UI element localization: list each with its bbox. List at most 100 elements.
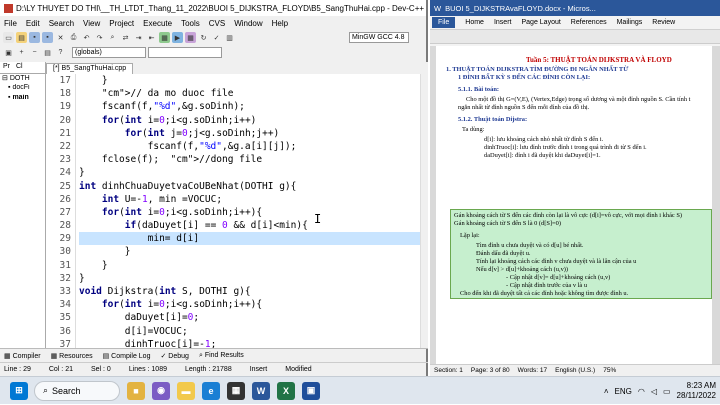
meet-app-icon[interactable]: ◉ xyxy=(152,381,170,400)
open-folder-icon[interactable]: ▤ xyxy=(16,32,27,43)
ribbon-tab-insert[interactable]: Insert xyxy=(494,19,512,26)
print-icon[interactable]: ⎙ xyxy=(68,32,79,43)
edge-browser-icon[interactable]: e xyxy=(202,381,220,400)
profile-icon[interactable]: ▥ xyxy=(224,32,235,43)
ribbon-tab-home[interactable]: Home xyxy=(465,19,484,26)
run-icon[interactable]: ▶ xyxy=(172,32,183,43)
battery-icon[interactable]: ▭ xyxy=(663,387,671,396)
code-line[interactable]: for(int i=0;i<g.soDinh;i++) xyxy=(79,114,420,127)
save-all-icon[interactable]: ▪ xyxy=(42,32,53,43)
menu-tools[interactable]: Tools xyxy=(181,19,200,28)
code-line[interactable]: } xyxy=(79,74,420,87)
help-icon[interactable]: ? xyxy=(55,47,66,58)
tray-chevron-icon[interactable]: ˄ xyxy=(604,387,609,396)
code-line[interactable]: fscanf(f,"%d",&g.soDinh); xyxy=(79,100,420,113)
code-line[interactable]: for(int j=0;j<g.soDinh;j++) xyxy=(79,127,420,140)
code-line[interactable]: daDuyet[i]=0; xyxy=(79,311,420,324)
file-tab[interactable]: [*] B5_SangThuHai.cpp xyxy=(46,63,134,74)
tab-compile-log[interactable]: ▤ Compile Log xyxy=(103,352,151,360)
tree-item-file[interactable]: ▪ docFi xyxy=(0,84,45,94)
undo-icon[interactable]: ↶ xyxy=(81,32,92,43)
menu-search[interactable]: Search xyxy=(49,19,74,28)
tab-classes[interactable]: Cl xyxy=(13,62,26,73)
menu-window[interactable]: Window xyxy=(234,19,262,28)
taskbar-search[interactable]: ⌕ Search xyxy=(34,380,120,401)
rebuild-icon[interactable]: ↻ xyxy=(198,32,209,43)
debug-icon[interactable]: ✓ xyxy=(211,32,222,43)
ribbon-tab-page-layout[interactable]: Page Layout xyxy=(521,19,560,26)
unindent-icon[interactable]: ⇤ xyxy=(146,32,157,43)
project-options-icon[interactable]: ▤ xyxy=(42,47,53,58)
members-select[interactable] xyxy=(148,47,222,58)
code-line[interactable]: } xyxy=(79,272,420,285)
code-line[interactable]: void Dijkstra(int S, DOTHI g){ xyxy=(79,285,420,298)
tree-item-project[interactable]: ⊟ DOTH xyxy=(0,74,45,84)
project-remove-icon[interactable]: − xyxy=(29,47,40,58)
tab-debug[interactable]: ✓ Debug xyxy=(160,352,188,360)
doc-ta-dung: Ta dùng: xyxy=(462,126,485,133)
close-file-icon[interactable]: ✕ xyxy=(55,32,66,43)
language-indicator[interactable]: ENG xyxy=(615,387,632,396)
new-file-icon[interactable]: ▭ xyxy=(3,32,14,43)
compiler-select[interactable]: MinGW GCC 4.8 xyxy=(349,32,409,43)
line-number: 37 xyxy=(59,338,71,348)
volume-icon[interactable]: ◁ xyxy=(651,387,657,396)
code-line[interactable]: } xyxy=(79,166,420,179)
ribbon-tab-mailings[interactable]: Mailings xyxy=(617,19,643,26)
code-line[interactable]: for(int i=0;i<g.soDinh;i++){ xyxy=(79,206,420,219)
code-line[interactable]: min= d[i] xyxy=(79,232,420,246)
menu-execute[interactable]: Execute xyxy=(143,19,172,28)
start-windows-icon[interactable]: ⊞ xyxy=(10,381,28,400)
code-text[interactable]: } "cm">// da mo duoc file fscanf(f,"%d",… xyxy=(76,74,420,348)
project-new-icon[interactable]: ▣ xyxy=(3,47,14,58)
code-line[interactable]: d[i]=VOCUC; xyxy=(79,325,420,338)
code-line[interactable]: } xyxy=(79,245,420,258)
code-editor[interactable]: 17 18 19 20 21 22 23 24 25 26 27 28 29 3… xyxy=(46,74,428,348)
clock[interactable]: 8:23 AM 28/11/2022 xyxy=(677,381,716,401)
code-line[interactable]: fclose(f); "cm">//dong file xyxy=(79,153,420,166)
editor-scrollbar[interactable] xyxy=(420,74,428,348)
word-taskbar-icon[interactable]: W xyxy=(252,381,270,400)
menu-edit[interactable]: Edit xyxy=(26,19,40,28)
excel-taskbar-icon[interactable]: X xyxy=(277,381,295,400)
file-explorer-icon[interactable]: ▬ xyxy=(177,381,195,400)
menu-help[interactable]: Help xyxy=(272,19,288,28)
wifi-icon[interactable]: ◠ xyxy=(638,387,645,396)
project-add-icon[interactable]: + xyxy=(16,47,27,58)
tab-compiler[interactable]: ▦ Compiler xyxy=(4,352,41,360)
menu-view[interactable]: View xyxy=(83,19,100,28)
code-line[interactable]: "cm">// da mo duoc file xyxy=(79,87,420,100)
word-document-area[interactable]: Tuần 5: THUẬT TOÁN DIJKSTRA VÀ FLOYD 1. … xyxy=(430,46,720,364)
code-line[interactable]: if(daDuyet[i] == 0 && d[i]<min){ xyxy=(79,219,420,232)
menu-project[interactable]: Project xyxy=(109,19,134,28)
ribbon-tab-review[interactable]: Review xyxy=(652,19,675,26)
tab-find-results[interactable]: ⌕ Find Results xyxy=(199,352,244,360)
compile-icon[interactable]: ▦ xyxy=(159,32,170,43)
code-line[interactable]: dinhTruoc[i]=-1; xyxy=(79,338,420,348)
code-line[interactable]: } xyxy=(79,259,420,272)
redo-icon[interactable]: ↷ xyxy=(94,32,105,43)
ribbon-tab-file[interactable]: File xyxy=(432,17,456,28)
camera-app-icon[interactable]: ■ xyxy=(127,381,145,400)
find-icon[interactable]: ⌕ xyxy=(107,32,118,43)
code-line[interactable]: for(int i=0;i<g.soDinh;i++){ xyxy=(79,298,420,311)
code-line[interactable]: fscanf(f,"%d",&g.a[i][j]); xyxy=(79,140,420,153)
tab-project[interactable]: Pr xyxy=(0,62,13,73)
word-page[interactable]: Tuần 5: THUẬT TOÁN DIJKSTRA VÀ FLOYD 1. … xyxy=(436,46,712,364)
menu-cvs[interactable]: CVS xyxy=(209,19,225,28)
compile-run-icon[interactable]: ▦ xyxy=(185,32,196,43)
word-zoom[interactable]: 75% xyxy=(603,367,616,374)
save-icon[interactable]: ▪ xyxy=(29,32,40,43)
replace-icon[interactable]: ⇄ xyxy=(120,32,131,43)
tab-resources[interactable]: ▦ Resources xyxy=(51,352,93,360)
devcpp-taskbar-icon[interactable]: ▣ xyxy=(302,381,320,400)
menu-file[interactable]: File xyxy=(4,19,17,28)
globals-select[interactable]: (globals) xyxy=(72,47,146,58)
code-line[interactable]: int dinhChuaDuyetvaCoUBeNhat(DOTHI g){ xyxy=(79,180,420,193)
ribbon-tab-references[interactable]: References xyxy=(571,19,607,26)
tree-item-main[interactable]: ▪ main xyxy=(0,94,45,104)
indent-icon[interactable]: ⇥ xyxy=(133,32,144,43)
line-number: 30 xyxy=(59,246,71,258)
code-line[interactable]: int U=-1, min =VOCUC; xyxy=(79,193,420,206)
store-app-icon[interactable]: ▦ xyxy=(227,381,245,400)
